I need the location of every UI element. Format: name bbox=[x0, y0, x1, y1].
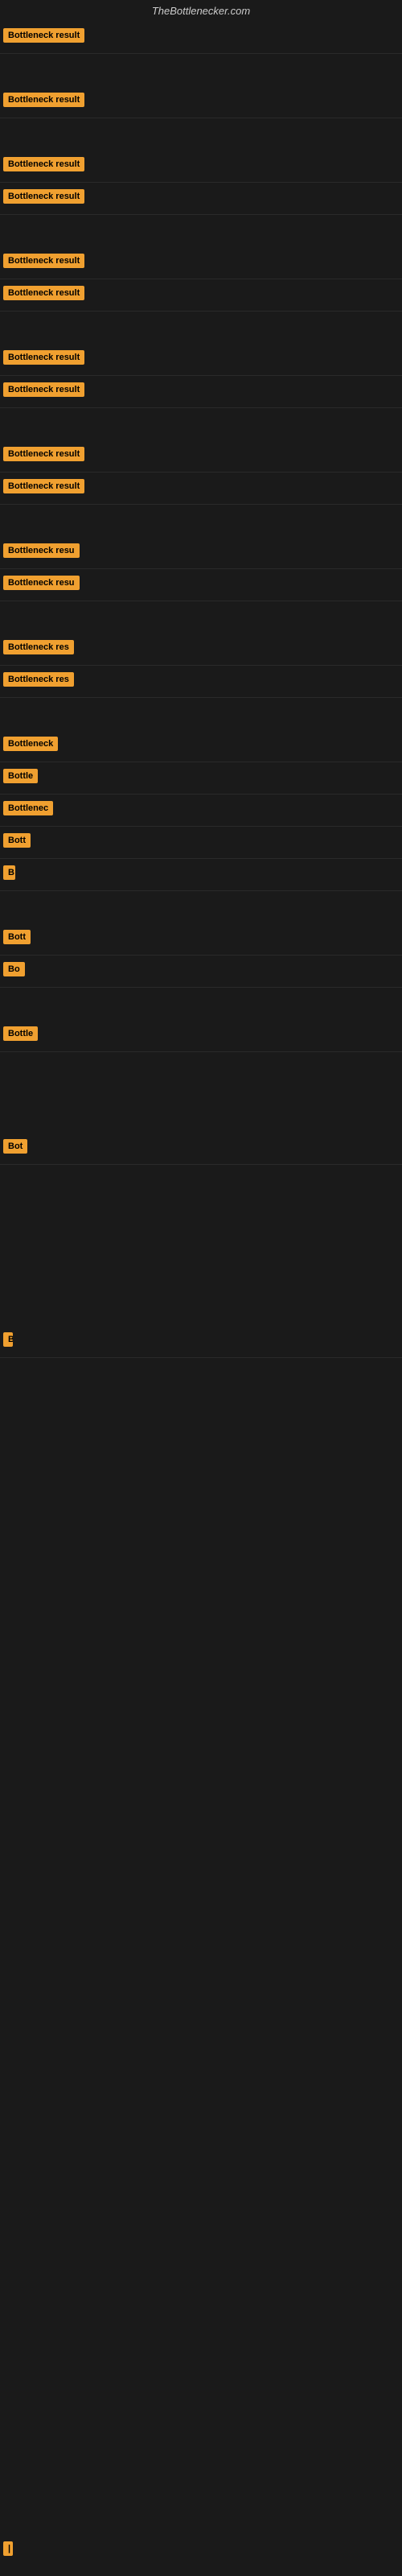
bottleneck-badge-final: | bbox=[3, 2541, 13, 2556]
result-row-22: Bottle bbox=[0, 1020, 402, 1052]
bottleneck-badge-12: Bottleneck resu bbox=[3, 576, 80, 590]
bottleneck-badge-9: Bottleneck result bbox=[3, 447, 84, 461]
bottleneck-badge-5: Bottleneck result bbox=[3, 254, 84, 268]
result-row-19: B bbox=[0, 859, 402, 891]
result-row-21: Bo bbox=[0, 956, 402, 988]
bottleneck-badge-1: Bottleneck result bbox=[3, 28, 84, 43]
result-row-11: Bottleneck resu bbox=[0, 537, 402, 569]
bottleneck-badge-24: B bbox=[3, 1332, 13, 1347]
bottleneck-badge-18: Bott bbox=[3, 833, 31, 848]
result-row-6: Bottleneck result bbox=[0, 279, 402, 312]
bottleneck-badge-19: B bbox=[3, 865, 15, 880]
result-row-10: Bottleneck result bbox=[0, 473, 402, 505]
bottleneck-badge-4: Bottleneck result bbox=[3, 189, 84, 204]
result-row-15: Bottleneck bbox=[0, 730, 402, 762]
bottleneck-badge-8: Bottleneck result bbox=[3, 382, 84, 397]
bottleneck-badge-7: Bottleneck result bbox=[3, 350, 84, 365]
bottleneck-badge-20: Bott bbox=[3, 930, 31, 944]
result-row-14: Bottleneck res bbox=[0, 666, 402, 698]
result-row-1: Bottleneck result bbox=[0, 22, 402, 54]
result-row-9: Bottleneck result bbox=[0, 440, 402, 473]
result-row-12: Bottleneck resu bbox=[0, 569, 402, 601]
result-row-5: Bottleneck result bbox=[0, 247, 402, 279]
result-row-20: Bott bbox=[0, 923, 402, 956]
result-row-4: Bottleneck result bbox=[0, 183, 402, 215]
bottleneck-badge-10: Bottleneck result bbox=[3, 479, 84, 493]
bottleneck-badge-6: Bottleneck result bbox=[3, 286, 84, 300]
result-row-3: Bottleneck result bbox=[0, 151, 402, 183]
result-row-24: B bbox=[0, 1326, 402, 1358]
bottleneck-badge-21: Bo bbox=[3, 962, 25, 976]
bottleneck-badge-15: Bottleneck bbox=[3, 737, 58, 751]
result-row-2: Bottleneck result bbox=[0, 86, 402, 118]
result-row-23: Bot bbox=[0, 1133, 402, 1165]
bottleneck-badge-16: Bottle bbox=[3, 769, 38, 783]
bottleneck-badge-13: Bottleneck res bbox=[3, 640, 74, 654]
bottleneck-badge-2: Bottleneck result bbox=[3, 93, 84, 107]
result-row-16: Bottle bbox=[0, 762, 402, 795]
result-row-17: Bottlenec bbox=[0, 795, 402, 827]
bottleneck-badge-3: Bottleneck result bbox=[3, 157, 84, 171]
result-row-18: Bott bbox=[0, 827, 402, 859]
bottleneck-badge-11: Bottleneck resu bbox=[3, 543, 80, 558]
bottleneck-badge-22: Bottle bbox=[3, 1026, 38, 1041]
result-row-13: Bottleneck res bbox=[0, 634, 402, 666]
result-row-7: Bottleneck result bbox=[0, 344, 402, 376]
result-row-8: Bottleneck result bbox=[0, 376, 402, 408]
site-title: TheBottlenecker.com bbox=[0, 0, 402, 22]
bottleneck-badge-17: Bottlenec bbox=[3, 801, 53, 815]
bottleneck-badge-23: Bot bbox=[3, 1139, 27, 1154]
bottleneck-badge-14: Bottleneck res bbox=[3, 672, 74, 687]
